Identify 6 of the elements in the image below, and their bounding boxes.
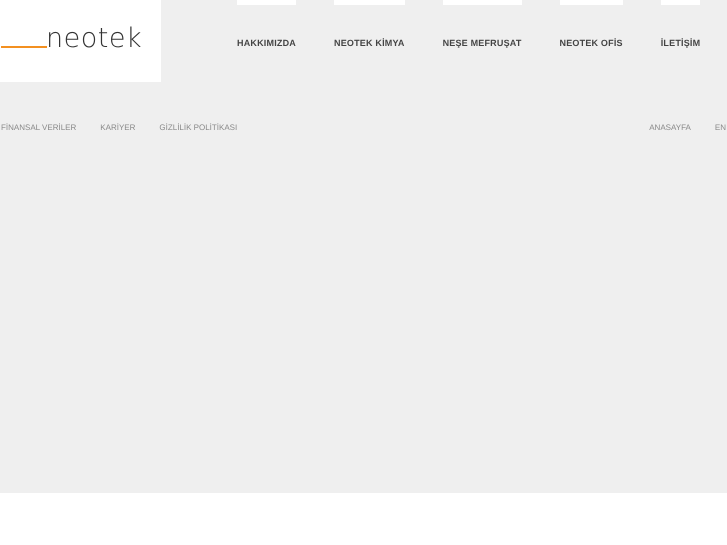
nav-link[interactable]: NEOTEK KİMYA [334, 38, 405, 49]
nav-link[interactable]: İLETİŞİM [660, 38, 700, 49]
nav-link[interactable]: NEOTEK OFİS [560, 38, 623, 49]
nav-link[interactable]: NEŞE MEFRUŞAT [442, 38, 522, 49]
nav-link[interactable]: HAKKIMIZDA [237, 38, 296, 49]
logo[interactable]: neotek [0, 0, 161, 82]
